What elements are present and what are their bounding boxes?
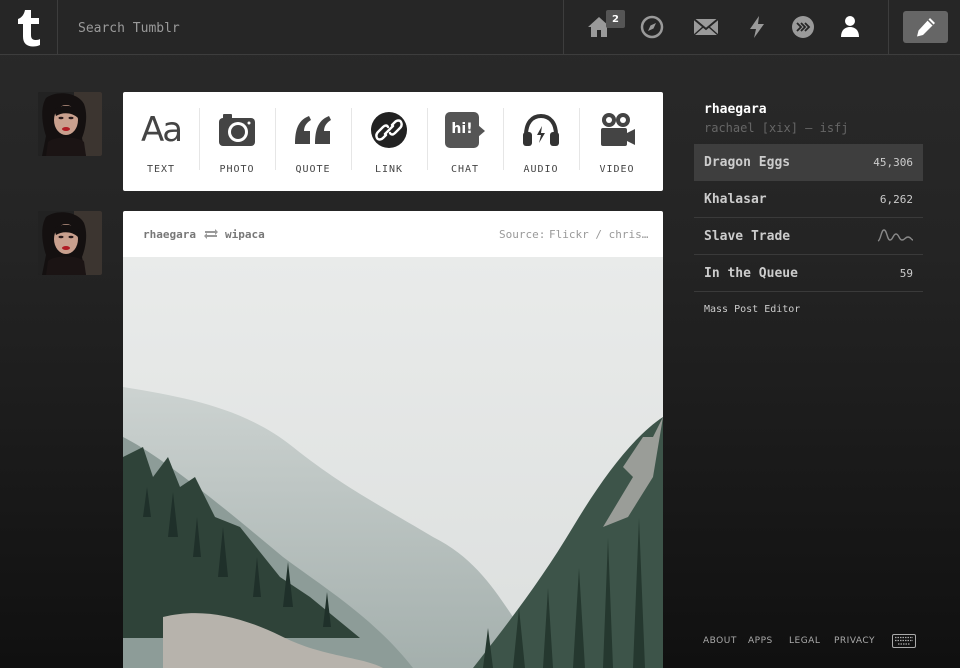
sidebar-item-count: 45,306 (873, 155, 913, 169)
footer-links: ABOUT APPS LEGAL PRIVACY (703, 634, 918, 648)
video-camera-icon (601, 113, 635, 146)
post-author-avatar[interactable] (38, 211, 102, 275)
source-label: Source: (499, 228, 546, 241)
sidebar-item-count: 59 (899, 266, 913, 280)
footer-privacy-link[interactable]: PRIVACY (834, 636, 875, 646)
mass-post-editor-link[interactable]: Mass Post Editor (704, 304, 800, 315)
source-link[interactable]: Flickr / chris… (549, 228, 648, 241)
post-type-video[interactable]: VIDEO (579, 92, 655, 191)
post-type-quote[interactable]: QUOTE (275, 92, 351, 191)
sidebar-item-label: Khalasar (704, 191, 767, 207)
account-button[interactable] (836, 13, 864, 41)
post-type-text[interactable]: Aa TEXT (123, 92, 199, 191)
explore-compass-icon (640, 15, 664, 39)
tumblr-logo[interactable] (0, 0, 58, 54)
sidebar-blog-title: rachael [xix] — isfj (704, 121, 849, 135)
post-type-label: CHAT (450, 164, 480, 175)
avatar-portrait-image (38, 211, 102, 275)
tumblr-t-icon (17, 10, 40, 47)
sidebar-item-label: In the Queue (704, 265, 798, 281)
post-type-label: AUDIO (523, 164, 559, 175)
post-type-label: PHOTO (219, 164, 255, 175)
pencil-icon (916, 18, 935, 37)
chat-bubble-icon: hi! (445, 112, 485, 148)
post-header: rhaegara wipaca Source: Flickr / chris… (123, 211, 663, 257)
top-navigation-bar: 2 (0, 0, 960, 55)
footer-legal-link[interactable]: LEGAL (789, 636, 820, 646)
avatar-portrait-image (38, 92, 102, 156)
post-photo-mountain-valley[interactable] (123, 257, 663, 668)
inbox-count-badge: 2 (606, 10, 625, 28)
post-type-chat[interactable]: hi! CHAT (427, 92, 503, 191)
post-type-selector: Aa TEXT PHOTO QUOTE LINK hi! CHAT AUDIO … (123, 92, 663, 191)
footer-about-link[interactable]: ABOUT (703, 636, 737, 646)
post-author-link[interactable]: rhaegara (143, 228, 196, 241)
sidebar-item-count: 6,262 (879, 192, 913, 206)
activity-lightning-icon (750, 16, 764, 38)
text-aa-icon: Aa (140, 110, 183, 150)
reblogged-from-link[interactable]: wipaca (225, 228, 265, 241)
camera-icon (219, 114, 255, 146)
sidebar-item-activity[interactable]: Slave Trade (694, 218, 923, 255)
keyboard-shortcuts-icon[interactable] (892, 634, 916, 648)
account-icon (841, 16, 859, 37)
compose-button[interactable] (903, 11, 948, 43)
search-input[interactable] (78, 18, 378, 38)
sidebar-item-queue[interactable]: In the Queue 59 (694, 255, 923, 292)
sidebar-item-followers[interactable]: Khalasar 6,262 (694, 181, 923, 218)
post-type-label: VIDEO (599, 164, 635, 175)
post-type-link[interactable]: LINK (351, 92, 427, 191)
post-type-label: QUOTE (295, 164, 331, 175)
footer-apps-link[interactable]: APPS (748, 636, 773, 646)
user-avatar[interactable] (38, 92, 102, 156)
dashboard-post: rhaegara wipaca Source: Flickr / chris… (123, 211, 663, 668)
sidebar-item-label: Slave Trade (704, 228, 791, 244)
reblog-icon (204, 229, 218, 239)
explore-button[interactable] (638, 13, 666, 41)
messages-button[interactable] (692, 13, 720, 41)
sidebar-item-posts[interactable]: Dragon Eggs 45,306 (694, 144, 923, 181)
post-type-label: LINK (374, 164, 404, 175)
mail-icon (693, 18, 719, 36)
post-type-photo[interactable]: PHOTO (199, 92, 275, 191)
blog-network-button[interactable] (789, 13, 817, 41)
activity-button[interactable] (743, 13, 771, 41)
chat-icon-text: hi! (451, 121, 473, 137)
sidebar-blog-name[interactable]: rhaegara (704, 102, 767, 117)
headphones-icon (523, 113, 559, 146)
post-type-label: TEXT (146, 164, 176, 175)
sidebar-item-label: Dragon Eggs (704, 154, 791, 170)
blog-network-icon (792, 16, 814, 38)
quote-icon (295, 116, 331, 144)
activity-sparkline-icon (877, 229, 913, 242)
link-icon (371, 112, 407, 148)
post-type-audio[interactable]: AUDIO (503, 92, 579, 191)
